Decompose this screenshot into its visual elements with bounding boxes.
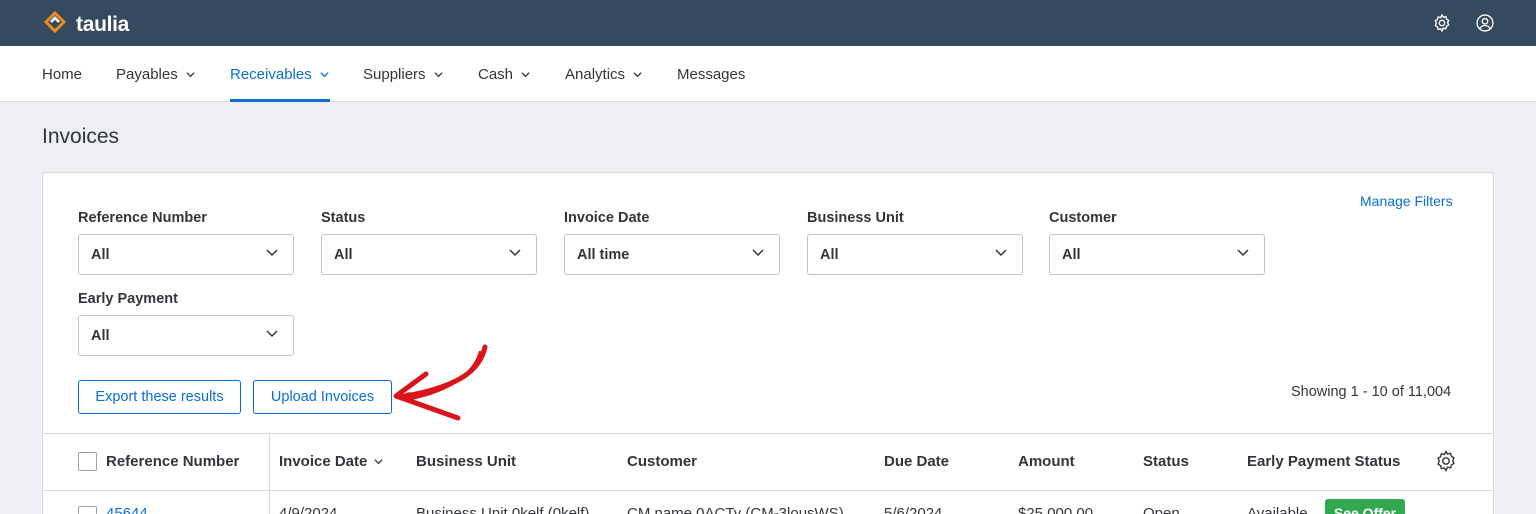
nav-suppliers[interactable]: Suppliers — [363, 46, 444, 102]
chevron-down-icon — [265, 245, 279, 264]
export-results-button[interactable]: Export these results — [78, 380, 241, 414]
select-value: All — [1062, 246, 1081, 263]
select-all-checkbox[interactable] — [78, 452, 97, 471]
column-business-unit[interactable]: Business Unit — [416, 433, 516, 489]
select-value: All time — [577, 246, 630, 263]
upload-invoices-button[interactable]: Upload Invoices — [253, 380, 392, 414]
nav-payables-label: Payables — [116, 65, 178, 83]
user-account-icon[interactable] — [1474, 12, 1496, 34]
column-label: Amount — [1018, 452, 1075, 470]
manage-filters-link[interactable]: Manage Filters — [1360, 193, 1453, 209]
select-value: All — [91, 327, 110, 344]
column-label: Invoice Date — [279, 452, 368, 470]
column-settings-icon[interactable] — [1434, 449, 1458, 473]
column-invoice-date[interactable]: Invoice Date — [279, 433, 384, 489]
annotation-arrow-icon — [393, 344, 488, 421]
row-early-payment-status: Available — [1247, 505, 1308, 514]
chevron-down-icon — [508, 245, 522, 264]
column-label: Customer — [627, 452, 698, 470]
column-due-date[interactable]: Due Date — [884, 433, 949, 489]
results-count: Showing 1 - 10 of 11,004 — [1291, 384, 1452, 400]
nav-messages[interactable]: Messages — [677, 46, 745, 102]
top-bar: taulia — [0, 0, 1536, 46]
nav-cash-label: Cash — [478, 65, 514, 83]
nav-cash[interactable]: Cash — [478, 46, 531, 102]
nav-receivables-label: Receivables — [230, 65, 312, 83]
nav-analytics[interactable]: Analytics — [565, 46, 643, 102]
filter-business-unit-label: Business Unit — [807, 210, 904, 226]
filter-reference-number-select[interactable]: All — [78, 234, 294, 275]
filter-status-label: Status — [321, 210, 366, 226]
select-value: All — [91, 246, 110, 263]
filter-business-unit-select[interactable]: All — [807, 234, 1023, 275]
filter-customer-select[interactable]: All — [1049, 234, 1265, 275]
chevron-down-icon — [751, 245, 765, 264]
chevron-down-icon — [373, 456, 384, 467]
nav-suppliers-label: Suppliers — [363, 65, 426, 83]
column-label: Business Unit — [416, 452, 517, 470]
chevron-down-icon — [265, 326, 279, 345]
chevron-down-icon — [520, 69, 531, 80]
row-business-unit: Business Unit 0kelf (0kelf) — [416, 505, 590, 514]
nav-receivables[interactable]: Receivables — [230, 46, 330, 102]
filter-status-select[interactable]: All — [321, 234, 537, 275]
select-value: All — [820, 246, 839, 263]
column-divider — [269, 433, 270, 514]
filter-reference-number-label: Reference Number — [78, 210, 207, 226]
column-customer[interactable]: Customer — [627, 433, 697, 489]
taulia-logo[interactable]: taulia — [42, 9, 129, 40]
column-reference-number[interactable]: Reference Number — [106, 433, 239, 489]
chevron-down-icon — [1236, 245, 1250, 264]
row-due-date: 5/6/2024 — [884, 505, 943, 514]
taulia-logo-icon — [42, 9, 68, 40]
row-customer: CM name 0ACTy (CM-3lousWS) — [627, 505, 844, 514]
column-label: Early Payment Status — [1247, 452, 1401, 470]
column-status[interactable]: Status — [1143, 433, 1189, 489]
filter-early-payment-select[interactable]: All — [78, 315, 294, 356]
row-invoice-date: 4/9/2024 — [279, 505, 338, 514]
nav-payables[interactable]: Payables — [116, 46, 196, 102]
settings-icon[interactable] — [1431, 12, 1453, 34]
select-value: All — [334, 246, 353, 263]
row-reference-link[interactable]: 45644 — [106, 505, 148, 514]
filter-invoice-date-select[interactable]: All time — [564, 234, 780, 275]
filter-invoice-date-label: Invoice Date — [564, 210, 650, 226]
page-title: Invoices — [42, 125, 120, 148]
chevron-down-icon — [994, 245, 1008, 264]
see-offer-button[interactable]: See Offer — [1325, 499, 1405, 514]
chevron-down-icon — [632, 69, 643, 80]
brand-name: taulia — [76, 12, 130, 36]
main-navigation: Home Payables Receivables Suppliers Cash… — [0, 46, 1536, 102]
row-amount: $25,000.00 — [1018, 505, 1094, 514]
column-label: Reference Number — [106, 452, 240, 470]
nav-messages-label: Messages — [677, 65, 746, 83]
row-status: Open — [1143, 505, 1180, 514]
row-checkbox[interactable] — [78, 506, 97, 514]
column-amount[interactable]: Amount — [1018, 433, 1075, 489]
chevron-down-icon — [433, 69, 444, 80]
filter-early-payment-label: Early Payment — [78, 291, 178, 307]
chevron-down-icon — [185, 69, 196, 80]
nav-home[interactable]: Home — [42, 46, 82, 102]
filter-customer-label: Customer — [1049, 210, 1117, 226]
chevron-down-icon — [319, 69, 330, 80]
column-label: Due Date — [884, 452, 950, 470]
nav-home-label: Home — [42, 65, 83, 83]
nav-analytics-label: Analytics — [565, 65, 626, 83]
column-early-payment-status[interactable]: Early Payment Status — [1247, 433, 1400, 489]
column-label: Status — [1143, 452, 1189, 470]
